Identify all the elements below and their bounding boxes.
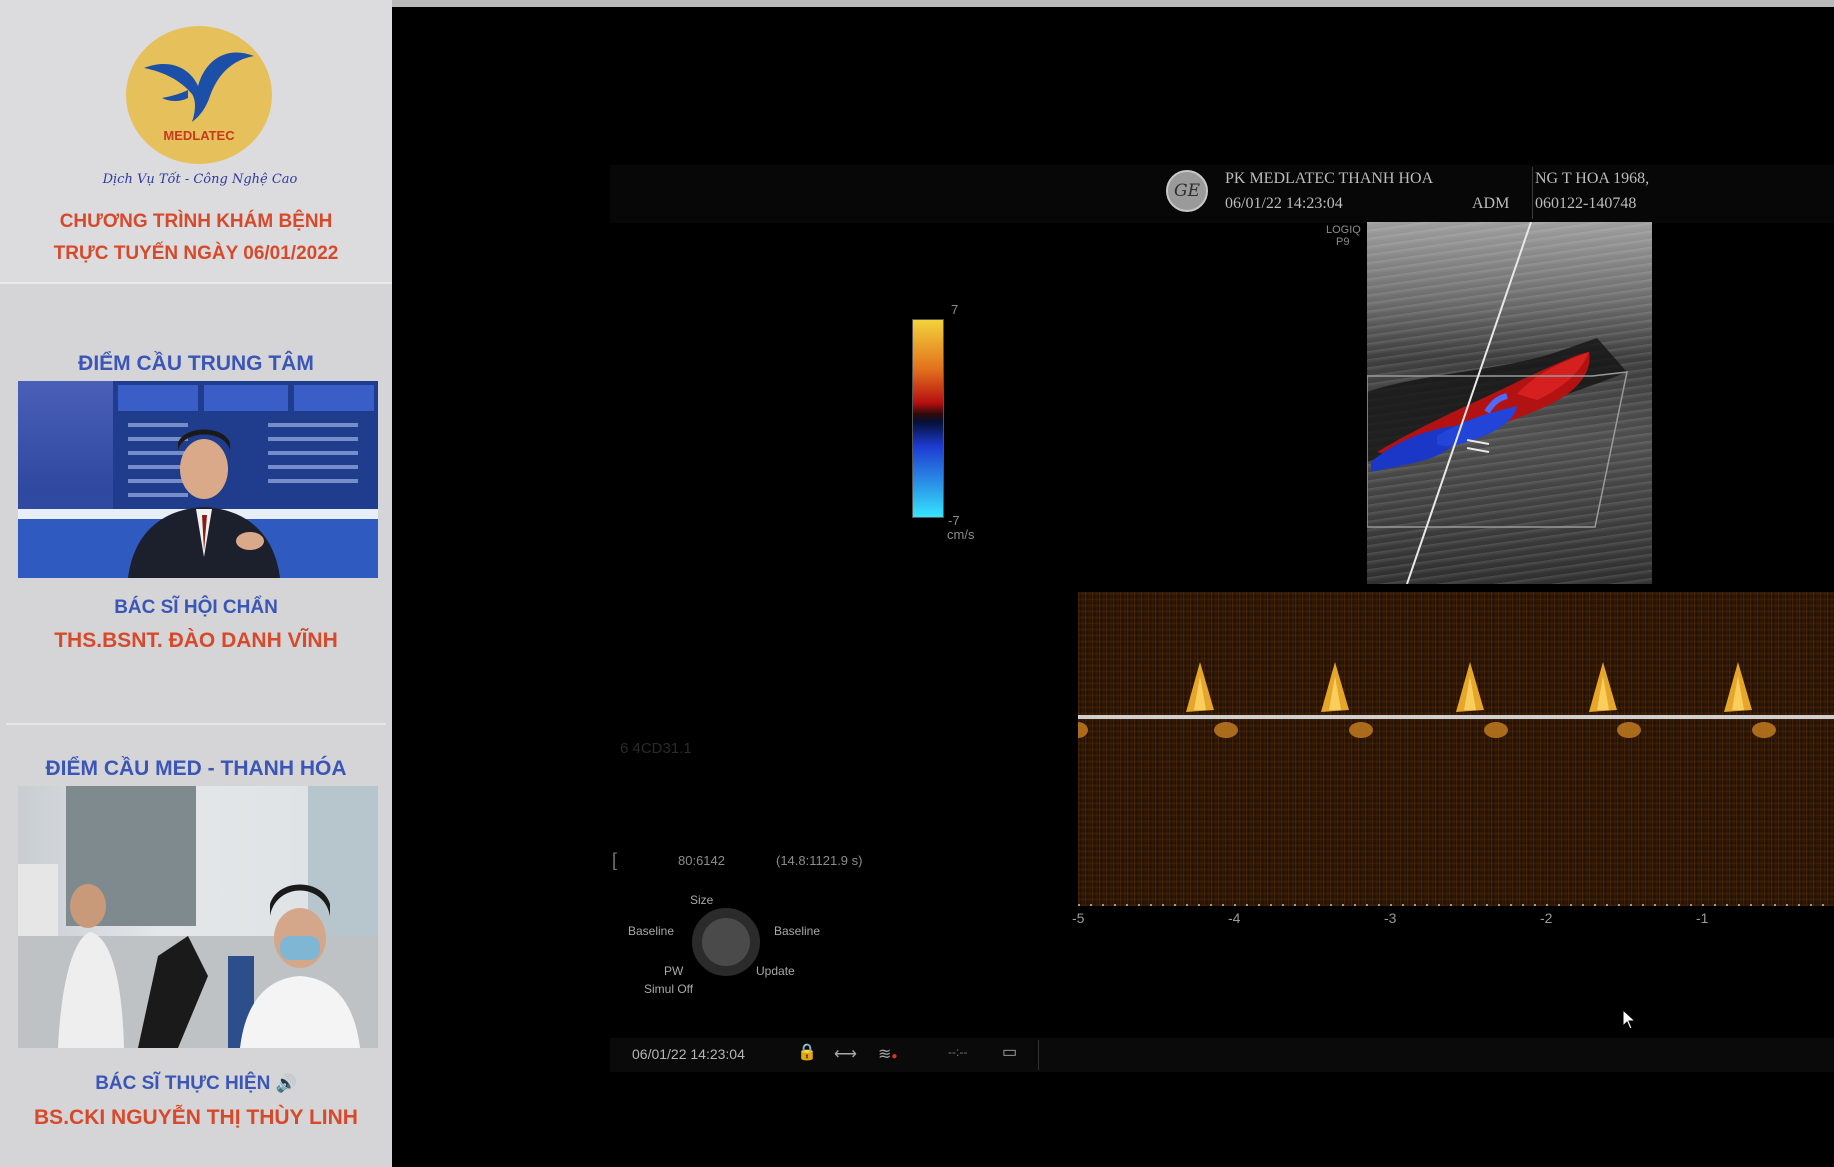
- window-top-strip: [392, 0, 1834, 7]
- header-panel-left: [610, 165, 879, 223]
- time-axis-ticks: [1078, 904, 1834, 906]
- header-band: MEDLATEC Dịch Vụ Tốt - Công Nghệ Cao CHƯ…: [0, 0, 392, 284]
- program-title-line1: CHƯƠNG TRÌNH KHÁM BỆNH: [59, 211, 333, 232]
- section1-doctor-name: THS.BSNT. ĐÀO DANH VĨNH: [54, 629, 338, 652]
- scale-unit: cm/s: [947, 527, 975, 542]
- probe-preset: P9: [1336, 236, 1350, 248]
- header-separator: [1532, 167, 1533, 219]
- mouse-cursor-icon: [1622, 1009, 1637, 1030]
- clinic-name: PK MEDLATEC THANH HOA: [1225, 170, 1434, 187]
- control-update[interactable]: Update: [756, 964, 795, 978]
- exam-datetime: 06/01/22 14:23:04: [1225, 195, 1343, 212]
- doppler-waveform: [1078, 662, 1834, 738]
- spectral-doppler-trace[interactable]: [1078, 592, 1834, 906]
- section2-doctor-name: BS.CKI NGUYỄN THỊ THÙY LINH: [34, 1106, 358, 1129]
- section2-role: BÁC SĨ THỰC HIỆN 🔊: [0, 1073, 392, 1095]
- wifi-icon: ≋●: [878, 1046, 898, 1063]
- cine-frame-readout: 80:6142: [678, 853, 725, 868]
- trackball-control[interactable]: [692, 908, 760, 976]
- video-central-frame: [18, 381, 378, 578]
- faded-label: 6 4CD31.1: [620, 740, 692, 757]
- ultrasound-screen: GE PK MEDLATEC THANH HOA 06/01/22 14:23:…: [392, 0, 1834, 1167]
- lock-icon: 🔒: [797, 1044, 817, 1061]
- control-simul-off[interactable]: Simul Off: [644, 982, 693, 996]
- probe-label: LOGIQ: [1326, 224, 1361, 236]
- control-baseline-down[interactable]: Baseline: [628, 924, 674, 938]
- ge-logo-icon: GE: [1166, 170, 1208, 212]
- arrows-icon: ⟷: [834, 1046, 857, 1063]
- time-axis-label: -4: [1228, 910, 1241, 926]
- control-baseline-up[interactable]: Baseline: [774, 924, 820, 938]
- control-pw[interactable]: PW: [664, 964, 683, 978]
- status-datetime: 06/01/22 14:23:04: [632, 1046, 745, 1062]
- patient-name: NG T HOA 1968,: [1535, 170, 1650, 187]
- speaker-icon[interactable]: 🔊: [276, 1074, 297, 1093]
- section2-role-text: BÁC SĨ THỰC HIỆN: [95, 1073, 271, 1094]
- bird-icon: [144, 52, 254, 122]
- time-axis-label: -5: [1072, 910, 1085, 926]
- operator: ADM: [1472, 195, 1510, 212]
- program-title-line2: TRỰC TUYẾN NGÀY 06/01/2022: [53, 243, 339, 264]
- bmode-color-image[interactable]: [1367, 222, 1652, 584]
- scale-min: -7: [948, 513, 960, 528]
- header-panel-middle: [878, 165, 1159, 223]
- logo-text: MEDLATEC: [163, 128, 235, 143]
- slogan: Dịch Vụ Tốt - Công Nghệ Cao: [102, 172, 298, 187]
- video-feed-central[interactable]: [18, 381, 378, 578]
- status-bar: [610, 1038, 1834, 1072]
- section1-role: BÁC SĨ HỘI CHẨN: [114, 597, 278, 618]
- section-divider: [6, 723, 386, 725]
- time-axis-label: -2: [1540, 910, 1553, 926]
- time-axis-label: -1: [1696, 910, 1709, 926]
- sidebar: MEDLATEC Dịch Vụ Tốt - Công Nghệ Cao CHƯ…: [0, 0, 392, 1167]
- vessel-color-flow: [1367, 222, 1628, 584]
- bracket-glyph: [: [612, 850, 618, 870]
- control-size[interactable]: Size: [690, 893, 713, 907]
- time-axis-label: -3: [1384, 910, 1397, 926]
- dashes-icon: --:--: [948, 1045, 968, 1059]
- patient-id: 060122-140748: [1535, 195, 1637, 212]
- medlatec-logo: MEDLATEC: [126, 26, 272, 164]
- monitor-icon: ▭: [1002, 1044, 1018, 1061]
- cine-time-readout: (14.8:1121.9 s): [776, 853, 863, 868]
- section1-title: ĐIỂM CẦU TRUNG TÂM: [78, 352, 314, 375]
- color-velocity-scale: [912, 319, 944, 518]
- scale-max: 7: [951, 302, 959, 317]
- status-separator: [1038, 1040, 1039, 1070]
- video-thanh-hoa-frame: [18, 786, 378, 1048]
- section2-title: ĐIỂM CẦU MED - THANH HÓA: [45, 757, 347, 780]
- video-feed-thanh-hoa[interactable]: [18, 786, 378, 1048]
